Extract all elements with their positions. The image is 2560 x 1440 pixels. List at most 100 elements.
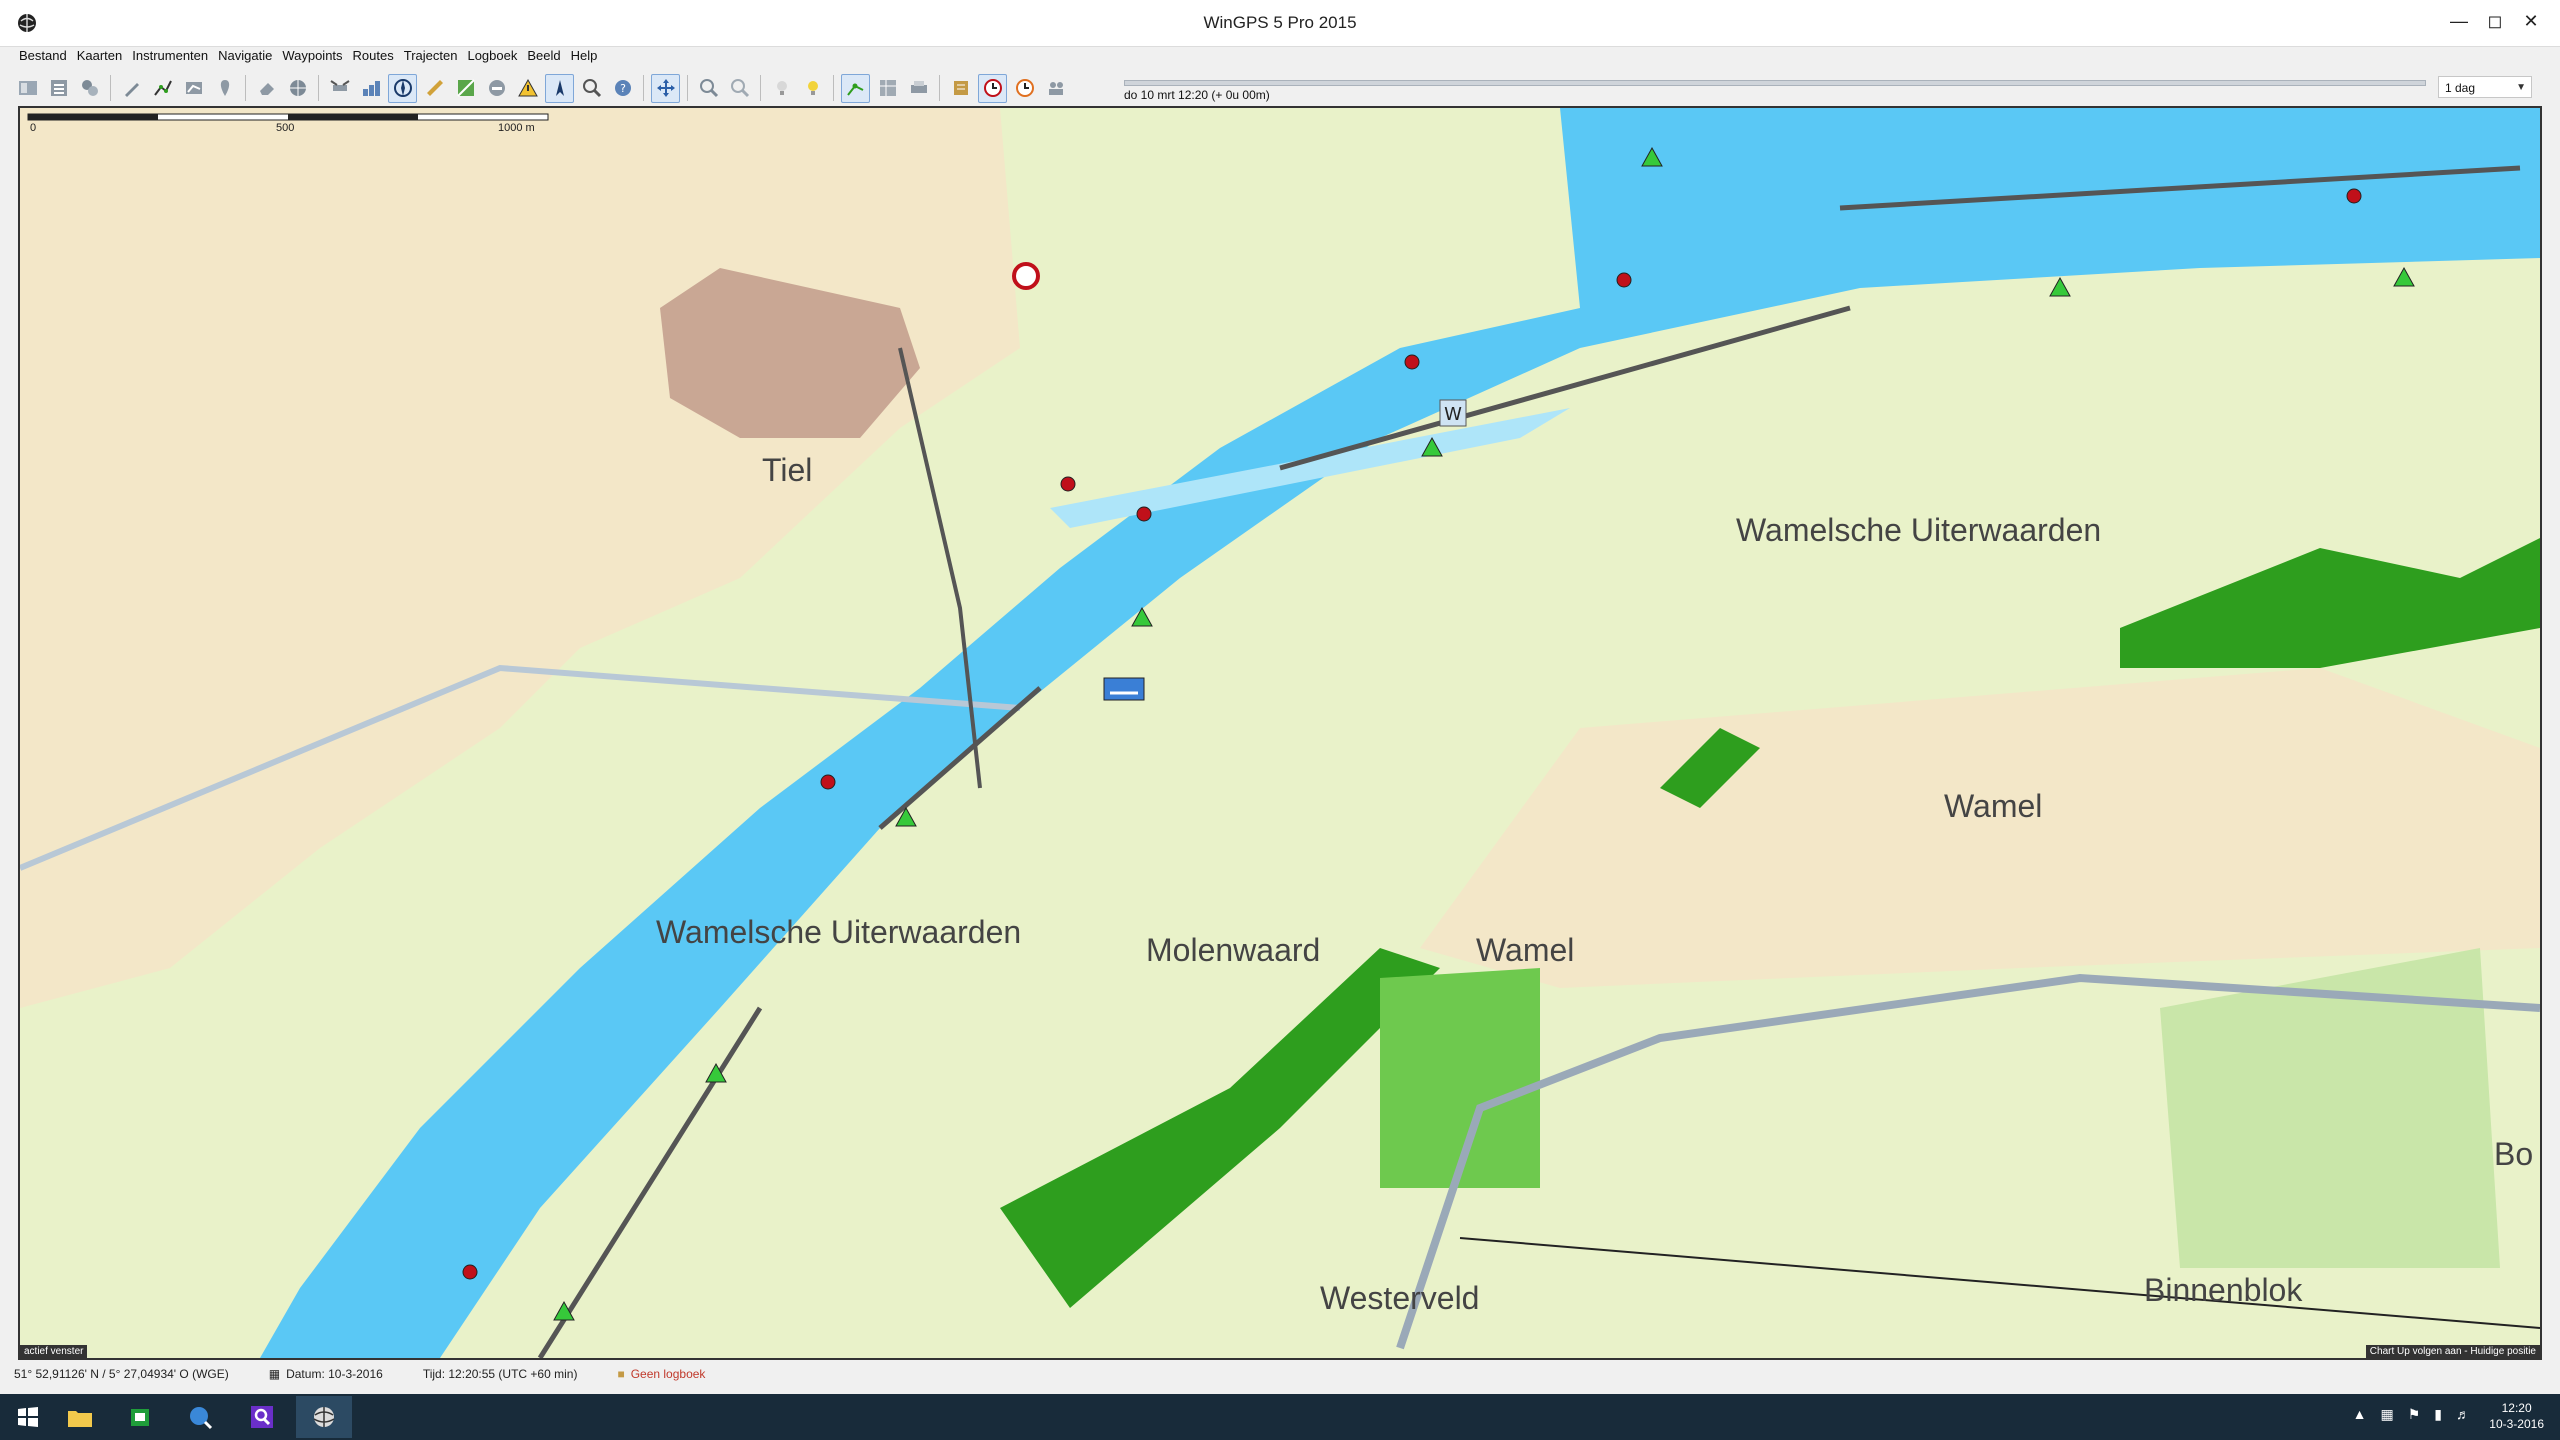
menu-navigatie[interactable]: Navigatie (213, 47, 277, 67)
chart-open-icon[interactable] (14, 75, 41, 102)
time-range-select[interactable]: 1 dag ▼ (2438, 76, 2532, 98)
time-text: Tijd: 12:20:55 (UTC +60 min) (422, 1367, 578, 1381)
store-button[interactable] (112, 1396, 168, 1438)
search-app-button[interactable] (234, 1396, 290, 1438)
menu-help[interactable]: Help (566, 47, 603, 67)
tray-flag-icon[interactable]: ⚑ (2408, 1406, 2421, 1423)
status-bar: 51° 52,91126' N / 5° 27,04934' O (WGE) ▦… (14, 1362, 2546, 1386)
help-icon[interactable]: ? (609, 75, 636, 102)
menu-logboek[interactable]: Logboek (462, 47, 522, 67)
track-icon[interactable] (180, 75, 207, 102)
start-button[interactable] (0, 1396, 56, 1438)
system-tray: ▲ ▦ ⚑ ▮ ♬ (2353, 1406, 2470, 1423)
warning-icon[interactable] (514, 75, 541, 102)
ferry-marker (1103, 677, 1145, 701)
light-icon[interactable] (768, 75, 795, 102)
label-binnenblok: Binnenblok (2144, 1272, 2303, 1308)
status-date: ▦ Datum: 10-3-2016 (269, 1367, 383, 1381)
date-text: Datum: 10-3-2016 (286, 1367, 383, 1381)
folder-icon (68, 1411, 92, 1427)
label-bo: Bo (2494, 1136, 2534, 1172)
pencil-icon[interactable] (118, 75, 145, 102)
vessel-icon[interactable] (483, 75, 510, 102)
status-position: 51° 52,91126' N / 5° 27,04934' O (WGE) (14, 1367, 229, 1381)
menu-waypoints[interactable]: Waypoints (277, 47, 347, 67)
chart-list-icon[interactable] (45, 75, 72, 102)
chart-table-icon[interactable] (874, 75, 901, 102)
menu-bestand[interactable]: Bestand (14, 47, 72, 67)
field-green (1380, 968, 1540, 1188)
clock-icon[interactable] (978, 73, 1007, 103)
chart-map-canvas[interactable]: W (20, 108, 2540, 1358)
magnifier-icon (251, 1406, 273, 1428)
waypoint-icon[interactable] (211, 75, 238, 102)
label-wamelsche-uiterwaarden-w: Wamelsche Uiterwaarden (656, 914, 1022, 950)
globe-icon[interactable] (284, 75, 311, 102)
label-wamel-east: Wamel (1944, 788, 2043, 824)
night-mode-icon[interactable] (799, 75, 826, 102)
timer-icon[interactable] (1011, 75, 1038, 102)
wingps-taskbar-button[interactable] (296, 1396, 352, 1438)
route-navigate-icon[interactable] (841, 73, 870, 103)
compass-rose-icon[interactable] (388, 73, 417, 103)
chart-map[interactable]: W 0 500 1000 m Tiel Wamelsche Uiterwaard… (18, 106, 2542, 1360)
title-bar: WinGPS 5 Pro 2015 — ◻ ✕ (0, 0, 2560, 47)
position-text: 51° 52,91126' N / 5° 27,04934' O (WGE) (14, 1367, 229, 1381)
menu-bar: Bestand Kaarten Instrumenten Navigatie W… (14, 47, 602, 67)
menu-trajecten[interactable]: Trajecten (399, 47, 463, 67)
svg-text:?: ? (620, 82, 626, 95)
route-icon[interactable] (149, 75, 176, 102)
label-westerveld: Westerveld (1320, 1280, 1480, 1316)
active-window-tag: actief venster (20, 1345, 88, 1358)
autopilot-icon[interactable] (545, 73, 574, 103)
search-icon[interactable] (578, 75, 605, 102)
lifebuoy-marker (1012, 262, 1040, 290)
gps-satellite-icon[interactable] (326, 75, 353, 102)
logbook-status-icon: ■ (617, 1367, 625, 1381)
wingps-globe-icon (313, 1407, 335, 1427)
chevron-down-icon: ▼ (2516, 82, 2526, 93)
tray-network-icon[interactable]: ▦ (2380, 1406, 2393, 1423)
harbour-marker: W (1439, 399, 1467, 427)
store-icon (131, 1409, 149, 1426)
tray-battery-icon[interactable]: ▮ (2434, 1406, 2442, 1423)
calendar-icon: ▦ (268, 1367, 281, 1381)
minimize-icon[interactable]: — (2444, 6, 2474, 36)
time-label: do 10 mrt 12:20 (+ 0u 00m) (1124, 88, 1270, 102)
ruler-icon[interactable] (421, 75, 448, 102)
tray-chevron-icon[interactable]: ▲ (2353, 1406, 2367, 1423)
print-icon[interactable] (905, 75, 932, 102)
label-molenwaard: Molenwaard (1146, 932, 1321, 968)
chart-layers-icon[interactable] (76, 75, 103, 102)
globe-search-icon (190, 1407, 213, 1430)
chart-mode-icon[interactable] (452, 75, 479, 102)
pan-move-icon[interactable] (651, 73, 680, 103)
status-logbook[interactable]: ■ Geen logboek (617, 1367, 705, 1381)
window-title: WinGPS 5 Pro 2015 (1203, 13, 1357, 32)
zoom-in-icon[interactable] (695, 75, 722, 102)
label-wamel-center: Wamel (1476, 932, 1575, 968)
menu-instrumenten[interactable]: Instrumenten (127, 47, 213, 67)
taskbar: ▲ ▦ ⚑ ▮ ♬ 12:20 10-3-2016 (0, 1394, 2560, 1440)
menu-routes[interactable]: Routes (348, 47, 399, 67)
browser-button[interactable] (172, 1396, 228, 1438)
clock-time: 12:20 (2501, 1401, 2532, 1415)
maximize-icon[interactable]: ◻ (2480, 6, 2510, 36)
time-slider-track[interactable] (1124, 80, 2426, 86)
file-explorer-button[interactable] (52, 1396, 108, 1438)
label-wamelsche-uiterwaarden-ne: Wamelsche Uiterwaarden (1736, 512, 2102, 548)
clock-date: 10-3-2016 (2489, 1417, 2544, 1431)
people-icon[interactable] (1042, 75, 1069, 102)
zoom-out-icon[interactable] (726, 75, 753, 102)
tray-volume-icon[interactable]: ♬ (2456, 1406, 2470, 1423)
chart-up-icon[interactable] (357, 75, 384, 102)
windows-logo-icon (18, 1407, 38, 1427)
taskbar-clock[interactable]: 12:20 10-3-2016 (2489, 1400, 2544, 1432)
time-slider[interactable]: do 10 mrt 12:20 (+ 0u 00m) (1124, 74, 2426, 104)
menu-beeld[interactable]: Beeld (522, 47, 565, 67)
logbook-icon[interactable] (947, 75, 974, 102)
chart-up-status-tag: Chart Up volgen aan - Huidige positie (2365, 1345, 2540, 1358)
eraser-icon[interactable] (253, 75, 280, 102)
menu-kaarten[interactable]: Kaarten (72, 47, 128, 67)
close-icon[interactable]: ✕ (2516, 6, 2546, 36)
